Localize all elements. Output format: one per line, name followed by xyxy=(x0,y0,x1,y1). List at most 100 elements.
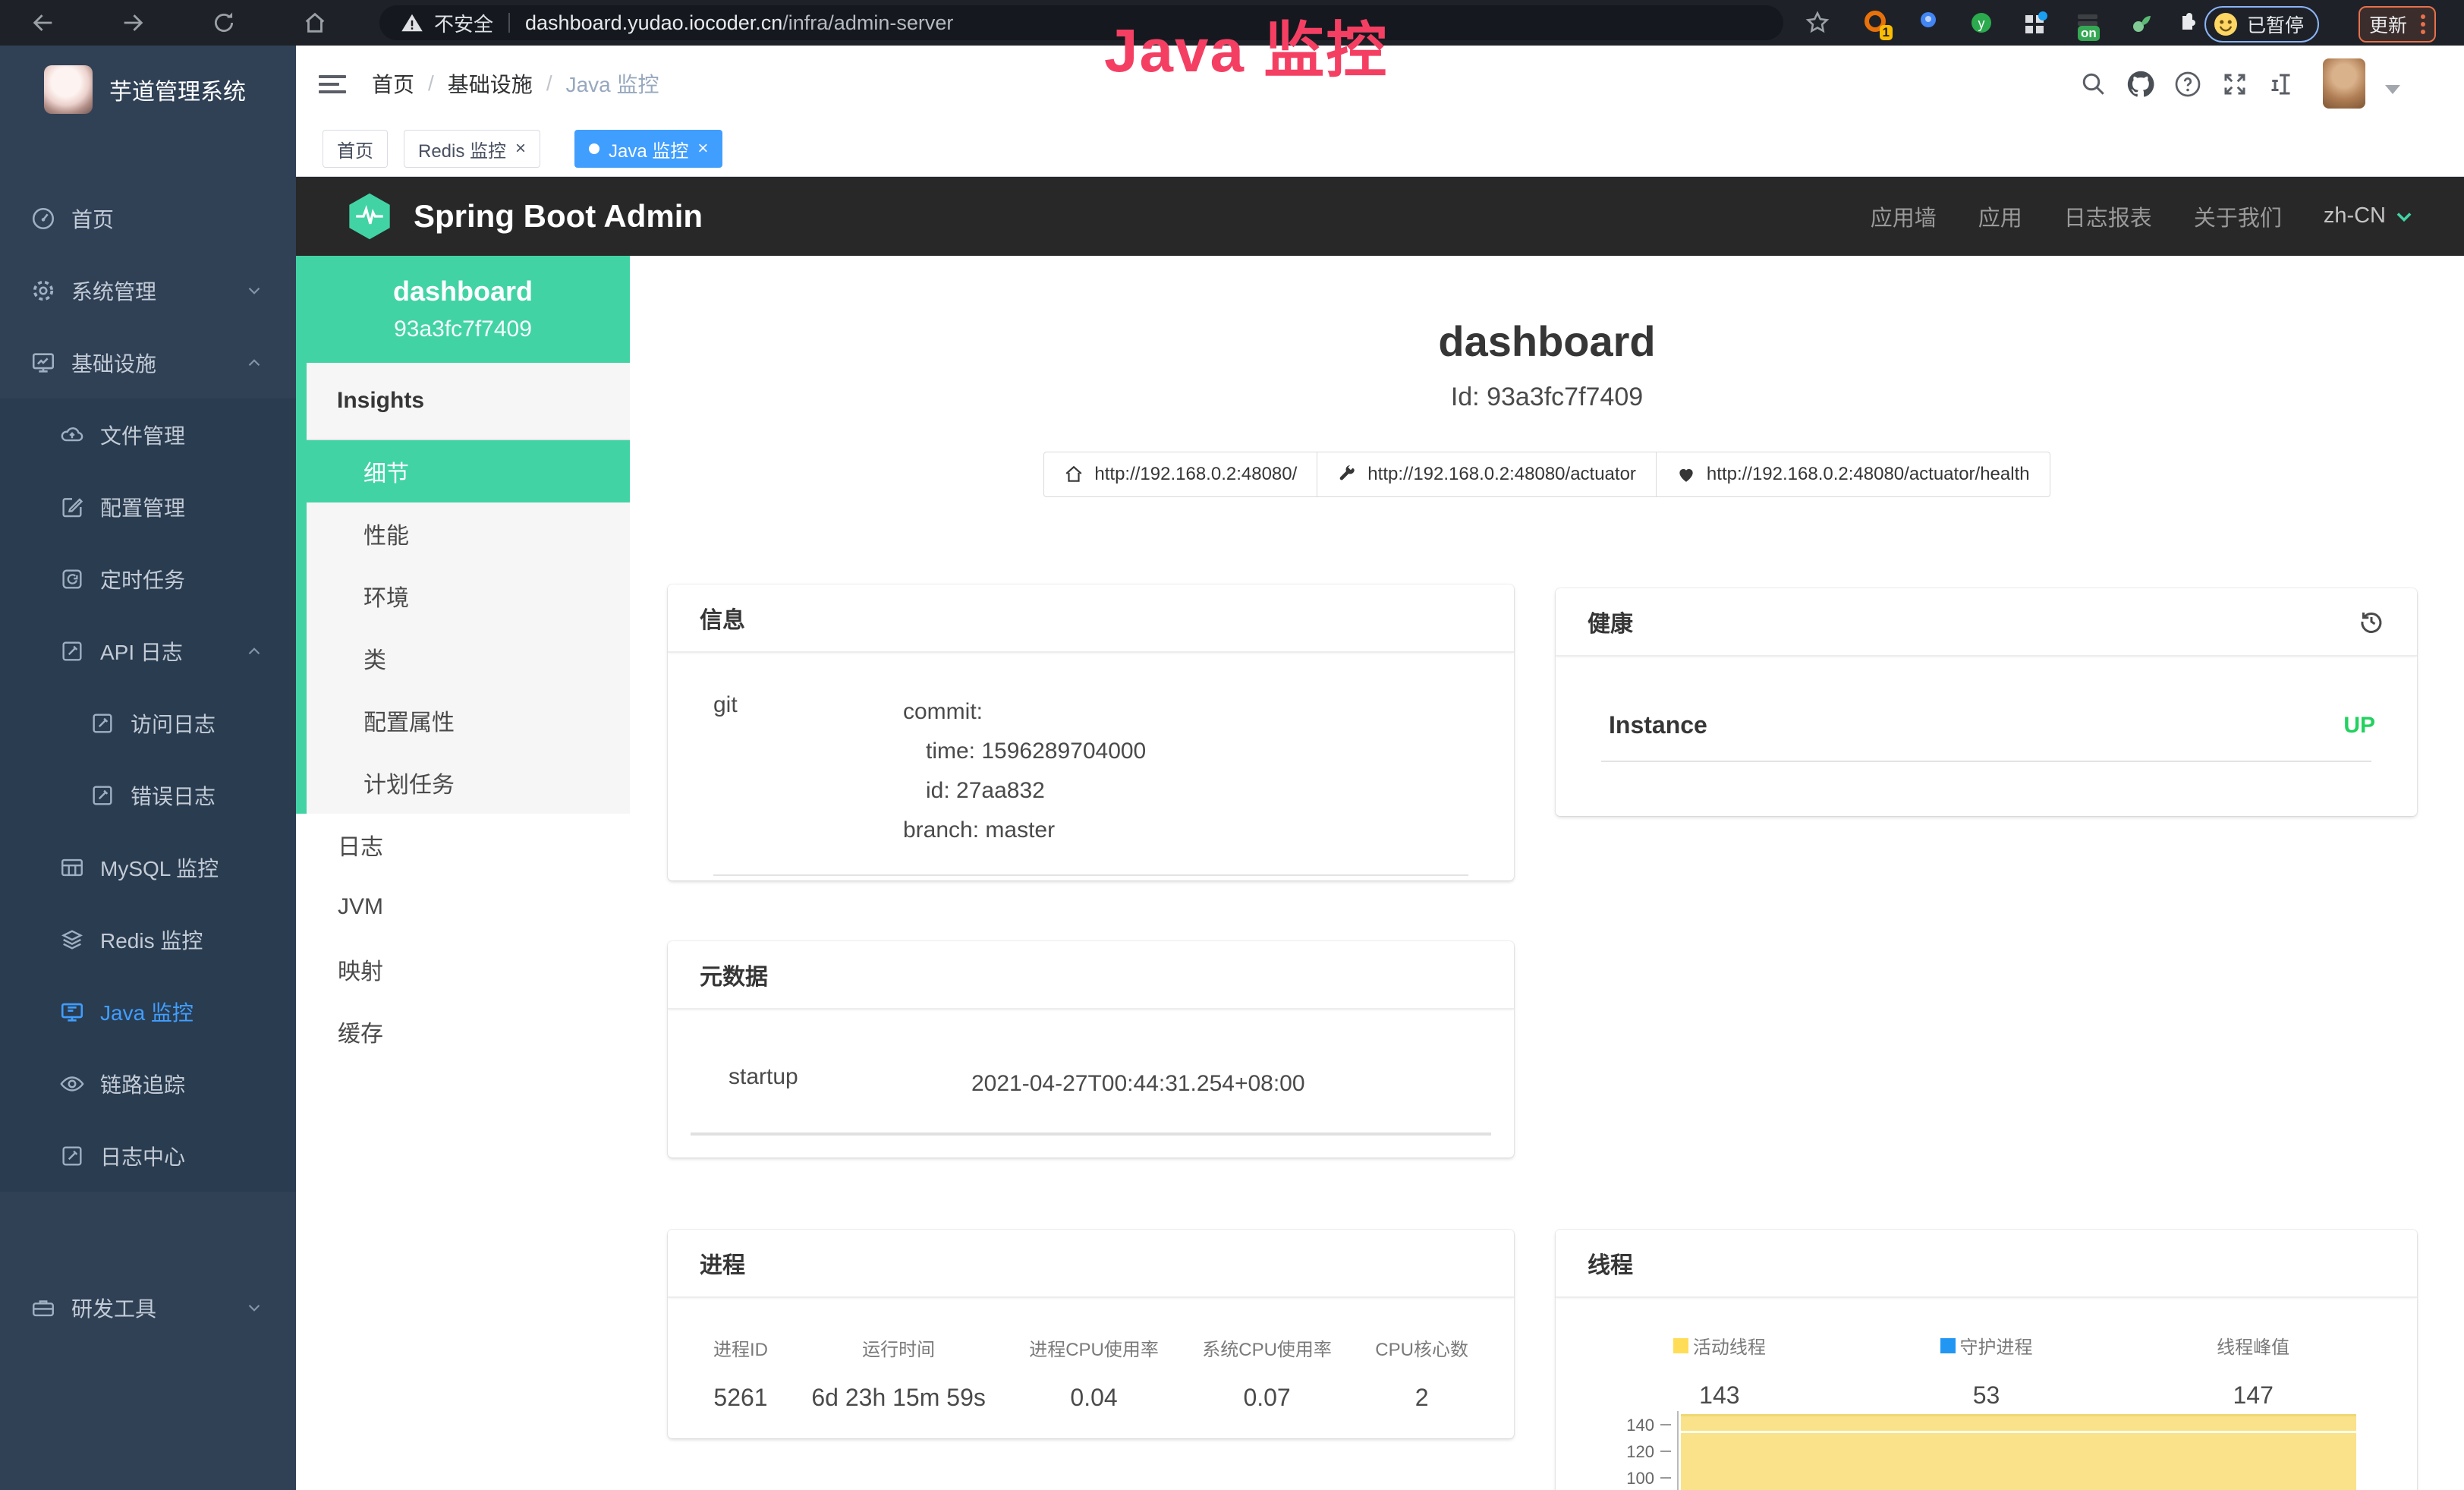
github-icon[interactable] xyxy=(2127,71,2154,98)
sidebar-item-system[interactable]: 系统管理 xyxy=(0,254,296,326)
app-title: 芋道管理系统 xyxy=(109,73,246,106)
app-logo-row[interactable]: 芋道管理系统 xyxy=(0,46,296,133)
process-card-header: 进程 xyxy=(668,1230,1514,1298)
legend-blue-swatch xyxy=(1940,1338,1956,1353)
health-url-button[interactable]: http://192.168.0.2:48080/actuator/health xyxy=(1656,452,2050,497)
close-icon[interactable] xyxy=(515,140,526,158)
stat-peak-threads: 线程峰值 147 xyxy=(2119,1332,2387,1410)
redis-icon xyxy=(59,927,85,953)
kebab-menu-icon[interactable] xyxy=(2421,22,2425,27)
sidebar-item-java-monitor[interactable]: Java 监控 xyxy=(0,975,296,1047)
locale-label: zh-CN xyxy=(2324,203,2386,228)
stat-uptime: 运行时间 6d 23h 15m 59s xyxy=(811,1334,986,1412)
sidebar-item-label: 错误日志 xyxy=(131,780,216,811)
extension-puzzle-icon[interactable] xyxy=(2175,8,2204,37)
sidebar-item-config-management[interactable]: 配置管理 xyxy=(0,471,296,543)
legend-yellow-swatch xyxy=(1673,1338,1688,1353)
sidebar-item-trace[interactable]: 链路追踪 xyxy=(0,1047,296,1120)
sidebar-item-label: 定时任务 xyxy=(100,564,185,594)
address-bar[interactable]: 不安全 dashboard.yudao.iocoder.cn /infra/ad… xyxy=(379,5,1783,40)
history-icon[interactable] xyxy=(2358,608,2385,635)
close-icon[interactable] xyxy=(697,140,708,158)
actuator-url-button[interactable]: http://192.168.0.2:48080/actuator xyxy=(1317,452,1657,497)
git-commit-line: commit: xyxy=(903,692,1146,732)
sba-nav-journal[interactable]: 日志报表 xyxy=(2064,200,2152,232)
sba-item-details[interactable]: 细节 xyxy=(296,440,630,502)
sba-nav-about[interactable]: 关于我们 xyxy=(2194,200,2282,232)
sba-nav-applications[interactable]: 应用 xyxy=(1978,200,2022,232)
url-path[interactable]: /infra/admin-server xyxy=(782,11,953,35)
sba-item-classes[interactable]: 类 xyxy=(307,627,630,689)
divider xyxy=(1601,761,2371,762)
bookmark-star-icon[interactable] xyxy=(1805,10,1830,36)
sba-item-logs[interactable]: 日志 xyxy=(296,814,630,876)
tab-home[interactable]: 首页 xyxy=(323,130,388,168)
sidebar-item-api-log[interactable]: API 日志 xyxy=(0,615,296,687)
log-icon xyxy=(90,710,115,736)
sidebar-item-log-center[interactable]: 日志中心 xyxy=(0,1120,296,1192)
health-card: 健康 Instance UP xyxy=(1556,588,2417,816)
sba-item-jvm[interactable]: JVM xyxy=(296,876,630,938)
health-instance-row[interactable]: Instance UP xyxy=(1556,657,2417,739)
security-label[interactable]: 不安全 xyxy=(434,9,493,37)
sba-nav-wallboard[interactable]: 应用墙 xyxy=(1871,200,1937,232)
tab-label: Redis 监控 xyxy=(418,136,506,162)
y-axis-tick: 140 xyxy=(1571,1416,1654,1435)
health-row-label: Instance xyxy=(1609,711,1707,739)
extension-key-icon[interactable]: 1 xyxy=(1861,8,1890,37)
sidebar-item-access-log[interactable]: 访问日志 xyxy=(0,687,296,759)
font-size-icon[interactable] xyxy=(2268,71,2296,98)
sidebar-item-redis-monitor[interactable]: Redis 监控 xyxy=(0,903,296,975)
axis-tick-mark xyxy=(1660,1477,1671,1479)
home-icon[interactable] xyxy=(302,10,328,36)
sidebar-item-infrastructure[interactable]: 基础设施 xyxy=(0,326,296,398)
axis-tick-mark xyxy=(1660,1424,1671,1425)
browser-update-button[interactable]: 更新 xyxy=(2359,6,2436,43)
tab-redis-monitor[interactable]: Redis 监控 xyxy=(404,130,540,168)
breadcrumb-infrastructure[interactable]: 基础设施 xyxy=(448,68,533,99)
threads-chart[interactable]: 140 120 100 xyxy=(1556,1408,2417,1490)
sba-menu: 日志 JVM 映射 缓存 xyxy=(296,814,630,1063)
sba-locale-select[interactable]: zh-CN xyxy=(2324,203,2415,228)
metadata-card-header: 元数据 xyxy=(668,941,1514,1010)
tab-java-monitor[interactable]: Java 监控 xyxy=(574,130,722,168)
instance-header[interactable]: dashboard 93a3fc7f7409 xyxy=(296,256,630,363)
sba-item-metrics[interactable]: 性能 xyxy=(307,502,630,565)
extension-pin-icon[interactable] xyxy=(1914,8,1943,37)
extension-on-icon[interactable]: on xyxy=(2073,8,2102,37)
sidebar-item-scheduled-jobs[interactable]: 定时任务 xyxy=(0,543,296,615)
search-icon[interactable] xyxy=(2080,71,2107,98)
sba-item-scheduled-tasks[interactable]: 计划任务 xyxy=(307,751,630,814)
sba-brand[interactable]: Spring Boot Admin xyxy=(414,198,703,235)
menu-icon[interactable] xyxy=(319,71,346,95)
back-icon[interactable] xyxy=(30,10,56,36)
paused-extension-pill[interactable]: 已暂停 xyxy=(2204,6,2319,43)
breadcrumb-home[interactable]: 首页 xyxy=(372,68,414,99)
extension-y-icon[interactable]: y xyxy=(1967,8,1996,37)
reload-icon[interactable] xyxy=(211,10,237,36)
mysql-icon xyxy=(59,855,85,880)
forward-icon[interactable] xyxy=(120,10,146,36)
url-host[interactable]: dashboard.yudao.iocoder.cn xyxy=(525,11,782,35)
fullscreen-icon[interactable] xyxy=(2221,71,2248,98)
caret-down-icon[interactable] xyxy=(2385,85,2400,94)
sidebar-item-devtools[interactable]: 研发工具 xyxy=(0,1271,296,1344)
help-icon[interactable] xyxy=(2174,71,2201,98)
extension-grid-icon[interactable] xyxy=(2020,8,2049,37)
sba-logo-icon[interactable] xyxy=(345,192,394,241)
sba-item-config-props[interactable]: 配置属性 xyxy=(307,689,630,751)
update-label: 更新 xyxy=(2369,11,2407,38)
sidebar-item-error-log[interactable]: 错误日志 xyxy=(0,759,296,831)
sidebar-item-file-management[interactable]: 文件管理 xyxy=(0,398,296,471)
extension-leaf-icon[interactable] xyxy=(2126,8,2155,37)
avatar[interactable] xyxy=(2323,58,2365,109)
svg-text:y: y xyxy=(1978,16,1985,31)
sba-item-mappings[interactable]: 映射 xyxy=(296,938,630,1000)
sba-item-label: 配置属性 xyxy=(363,704,455,737)
sba-item-environment[interactable]: 环境 xyxy=(307,565,630,627)
sidebar-item-mysql-monitor[interactable]: MySQL 监控 xyxy=(0,831,296,903)
sidebar-item-home[interactable]: 首页 xyxy=(0,182,296,254)
sba-item-caches[interactable]: 缓存 xyxy=(296,1000,630,1063)
instance-id: 93a3fc7f7409 xyxy=(296,317,630,342)
service-url-button[interactable]: http://192.168.0.2:48080/ xyxy=(1043,452,1317,497)
